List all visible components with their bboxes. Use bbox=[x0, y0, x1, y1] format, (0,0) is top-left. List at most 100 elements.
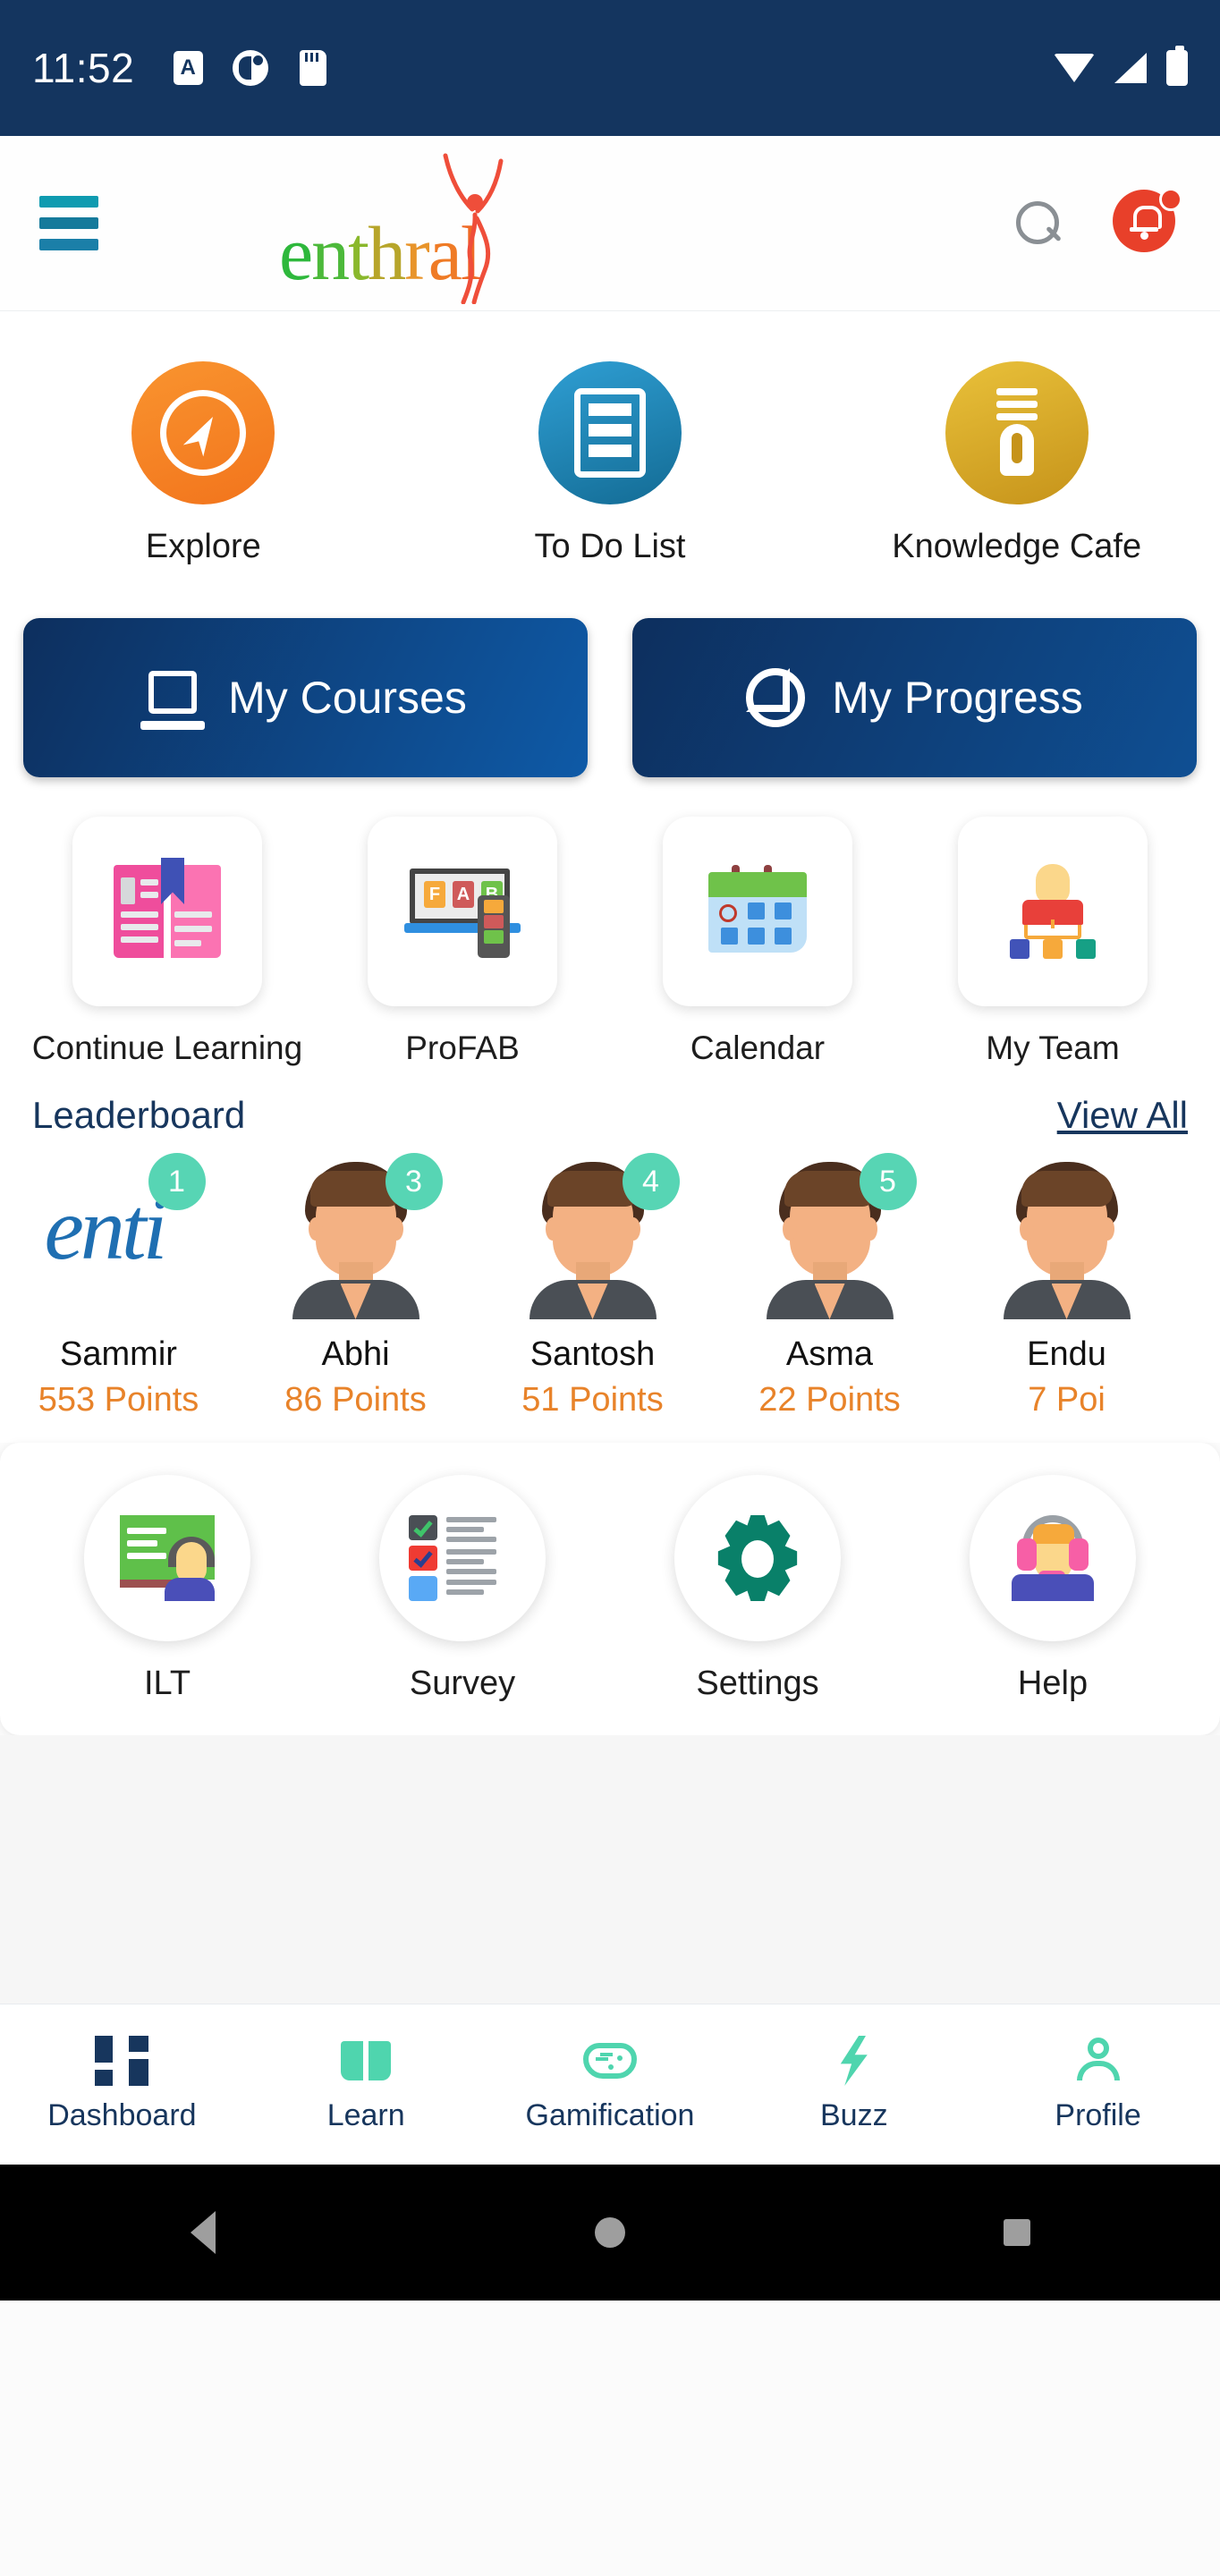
utility-tiles-row: ILT Survey Settings Help bbox=[20, 1475, 1200, 1703]
avatar: 4 bbox=[510, 1153, 680, 1321]
leaderboard-entry[interactable]: 4 Santosh 51 Points bbox=[474, 1153, 711, 1419]
back-icon[interactable] bbox=[0, 2211, 407, 2254]
feature-cards-row: My Courses My Progress bbox=[0, 598, 1220, 801]
leaderboard-view-all-link[interactable]: View All bbox=[1057, 1094, 1188, 1137]
laptop-icon bbox=[140, 671, 206, 730]
tile-calendar[interactable]: Calendar bbox=[610, 817, 905, 1067]
nav-item-learn[interactable]: Learn bbox=[244, 2036, 488, 2133]
tile-label: Continue Learning bbox=[31, 1030, 303, 1066]
classroom-board-icon bbox=[84, 1475, 250, 1641]
open-book-icon bbox=[72, 817, 262, 1006]
leaderboard-points: 553 Points bbox=[38, 1381, 199, 1419]
nav-item-gamification[interactable]: Gamification bbox=[488, 2036, 733, 2133]
utility-tiles-card: ILT Survey Settings Help bbox=[0, 1443, 1220, 1735]
app-header: enthral bbox=[0, 136, 1220, 311]
tile-label: Calendar bbox=[690, 1030, 826, 1066]
nav-label: Buzz bbox=[819, 2098, 888, 2132]
nav-item-profile[interactable]: Profile bbox=[976, 2036, 1220, 2133]
leaderboard-points: 7 Poi bbox=[1028, 1381, 1106, 1419]
utility-tile-survey[interactable]: Survey bbox=[315, 1475, 610, 1703]
notification-bell-button[interactable] bbox=[1113, 187, 1182, 258]
quick-action-label: To Do List bbox=[534, 528, 686, 565]
android-system-nav bbox=[0, 2165, 1220, 2301]
laptop-phone-fab-icon: FAB bbox=[368, 817, 557, 1006]
home-icon[interactable] bbox=[407, 2217, 814, 2248]
status-left-icons: A bbox=[170, 50, 331, 86]
lightning-bolt-icon bbox=[827, 2036, 881, 2086]
tiles-row: Continue Learning FAB ProFAB Calendar My… bbox=[0, 801, 1220, 1074]
rank-badge: 4 bbox=[622, 1153, 680, 1210]
my-progress-label: My Progress bbox=[832, 673, 1083, 723]
leaderboard-entry[interactable]: 5 Asma 22 Points bbox=[711, 1153, 948, 1419]
wifi-icon bbox=[1054, 54, 1095, 82]
logo-figure-icon bbox=[443, 153, 504, 304]
leaderboard-name: Abhi bbox=[321, 1335, 390, 1373]
quick-action-label: Explore bbox=[145, 528, 261, 565]
bottom-navigation: Dashboard Learn Gamification Buzz Profil… bbox=[0, 2004, 1220, 2165]
leaderboard-title: Leaderboard bbox=[32, 1094, 246, 1136]
font-size-icon: A bbox=[170, 50, 206, 86]
app-logo: enthral bbox=[268, 152, 510, 304]
open-book-icon bbox=[339, 2036, 393, 2086]
rank-badge: 3 bbox=[385, 1153, 443, 1210]
quick-action-knowledge-cafe[interactable]: Knowledge Cafe bbox=[813, 361, 1220, 566]
utility-tile-help[interactable]: Help bbox=[905, 1475, 1200, 1703]
recents-icon[interactable] bbox=[813, 2219, 1220, 2246]
tile-label: ProFAB bbox=[405, 1030, 520, 1066]
nav-label: Gamification bbox=[525, 2098, 695, 2132]
avatar: 3 bbox=[273, 1153, 443, 1321]
status-time: 11:52 bbox=[32, 45, 135, 91]
leaderboard-entry[interactable]: Endu 7 Poi bbox=[948, 1153, 1185, 1419]
my-progress-card[interactable]: My Progress bbox=[632, 618, 1197, 777]
compass-icon bbox=[131, 361, 275, 504]
leaderboard-entry[interactable]: 3 Abhi 86 Points bbox=[237, 1153, 474, 1419]
checklist-icon bbox=[379, 1475, 546, 1641]
hamburger-menu-icon[interactable] bbox=[39, 196, 98, 250]
status-bar: 11:52 A bbox=[0, 0, 1220, 136]
content-filler bbox=[0, 1735, 1220, 2004]
tile-continue-learning[interactable]: Continue Learning bbox=[20, 817, 315, 1067]
nav-item-dashboard[interactable]: Dashboard bbox=[0, 2036, 244, 2133]
status-right-icons bbox=[1054, 46, 1188, 86]
leaderboard-list[interactable]: enti 1 Sammir 553 Points 3 Abhi 86 Point… bbox=[0, 1146, 1220, 1443]
my-courses-card[interactable]: My Courses bbox=[23, 618, 588, 777]
utility-tile-ilt[interactable]: ILT bbox=[20, 1475, 315, 1703]
leaderboard-name: Santosh bbox=[530, 1335, 656, 1373]
app-screen: 11:52 A enthral Explore To Do List Knowl… bbox=[0, 0, 1220, 2576]
gear-icon bbox=[674, 1475, 841, 1641]
avatar bbox=[984, 1153, 1150, 1321]
quick-action-explore[interactable]: Explore bbox=[0, 361, 407, 566]
tile-profab[interactable]: FAB ProFAB bbox=[315, 817, 610, 1067]
quick-action-todo-list[interactable]: To Do List bbox=[407, 361, 814, 566]
person-icon bbox=[1072, 2036, 1125, 2086]
gamepad-icon bbox=[582, 2036, 637, 2086]
rank-badge: 1 bbox=[148, 1153, 206, 1210]
nav-label: Dashboard bbox=[47, 2098, 197, 2132]
leaderboard-points: 86 Points bbox=[284, 1381, 427, 1419]
leaderboard-name: Endu bbox=[1027, 1335, 1106, 1373]
search-icon[interactable] bbox=[1014, 199, 1063, 248]
signal-icon bbox=[1114, 53, 1147, 83]
leaderboard-header: Leaderboard View All bbox=[0, 1074, 1220, 1146]
tile-my-team[interactable]: My Team bbox=[905, 817, 1200, 1067]
do-not-disturb-icon bbox=[233, 50, 269, 86]
battery-icon bbox=[1166, 46, 1188, 86]
lightbulb-icon bbox=[945, 361, 1089, 504]
nav-item-buzz[interactable]: Buzz bbox=[732, 2036, 976, 2133]
list-icon bbox=[538, 361, 682, 504]
utility-tile-settings[interactable]: Settings bbox=[610, 1475, 905, 1703]
pie-chart-icon bbox=[746, 668, 806, 727]
org-chart-icon bbox=[958, 817, 1148, 1006]
quick-actions-row: Explore To Do List Knowledge Cafe bbox=[0, 311, 1220, 598]
app-header-actions bbox=[1014, 187, 1182, 258]
leaderboard-points: 51 Points bbox=[521, 1381, 664, 1419]
leaderboard-entry[interactable]: enti 1 Sammir 553 Points bbox=[0, 1153, 237, 1419]
utility-tile-label: Settings bbox=[696, 1665, 819, 1702]
nav-label: Learn bbox=[326, 2098, 405, 2132]
sd-card-icon bbox=[295, 50, 331, 86]
avatar: enti 1 bbox=[36, 1153, 206, 1321]
dashboard-grid-icon bbox=[95, 2036, 149, 2086]
nav-label: Profile bbox=[1055, 2098, 1141, 2132]
leaderboard-name: Sammir bbox=[60, 1335, 177, 1373]
rank-badge: 5 bbox=[859, 1153, 917, 1210]
